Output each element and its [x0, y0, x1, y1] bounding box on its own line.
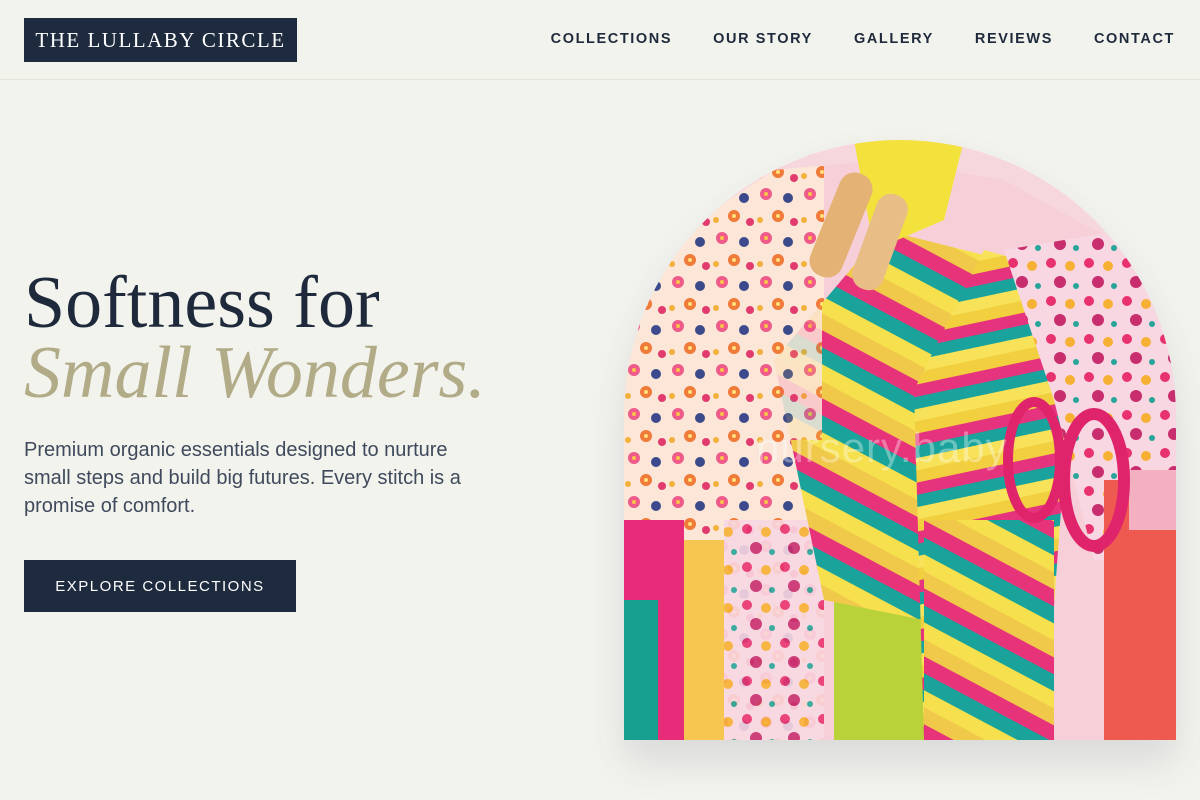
- nav-reviews[interactable]: REVIEWS: [975, 31, 1053, 47]
- brand-logo[interactable]: THE LULLABY CIRCLE: [24, 18, 297, 62]
- main-nav: COLLECTIONS OUR STORY GALLERY REVIEWS CO…: [510, 31, 1175, 47]
- hero-title: Softness for Small Wonders.: [24, 262, 486, 414]
- hero-title-line1: Softness for: [24, 262, 380, 344]
- hero-title-line2: Small Wonders.: [24, 332, 486, 414]
- explore-collections-button[interactable]: EXPLORE COLLECTIONS: [24, 560, 296, 612]
- nav-our-story[interactable]: OUR STORY: [713, 31, 813, 47]
- nav-contact[interactable]: CONTACT: [1094, 31, 1175, 47]
- site-header: THE LULLABY CIRCLE COLLECTIONS OUR STORY…: [0, 0, 1200, 80]
- watermark-text: nursery.baby: [756, 424, 1008, 471]
- nav-gallery[interactable]: GALLERY: [854, 31, 934, 47]
- hero-description: Premium organic essentials designed to n…: [24, 439, 461, 517]
- nav-collections[interactable]: COLLECTIONS: [551, 31, 673, 47]
